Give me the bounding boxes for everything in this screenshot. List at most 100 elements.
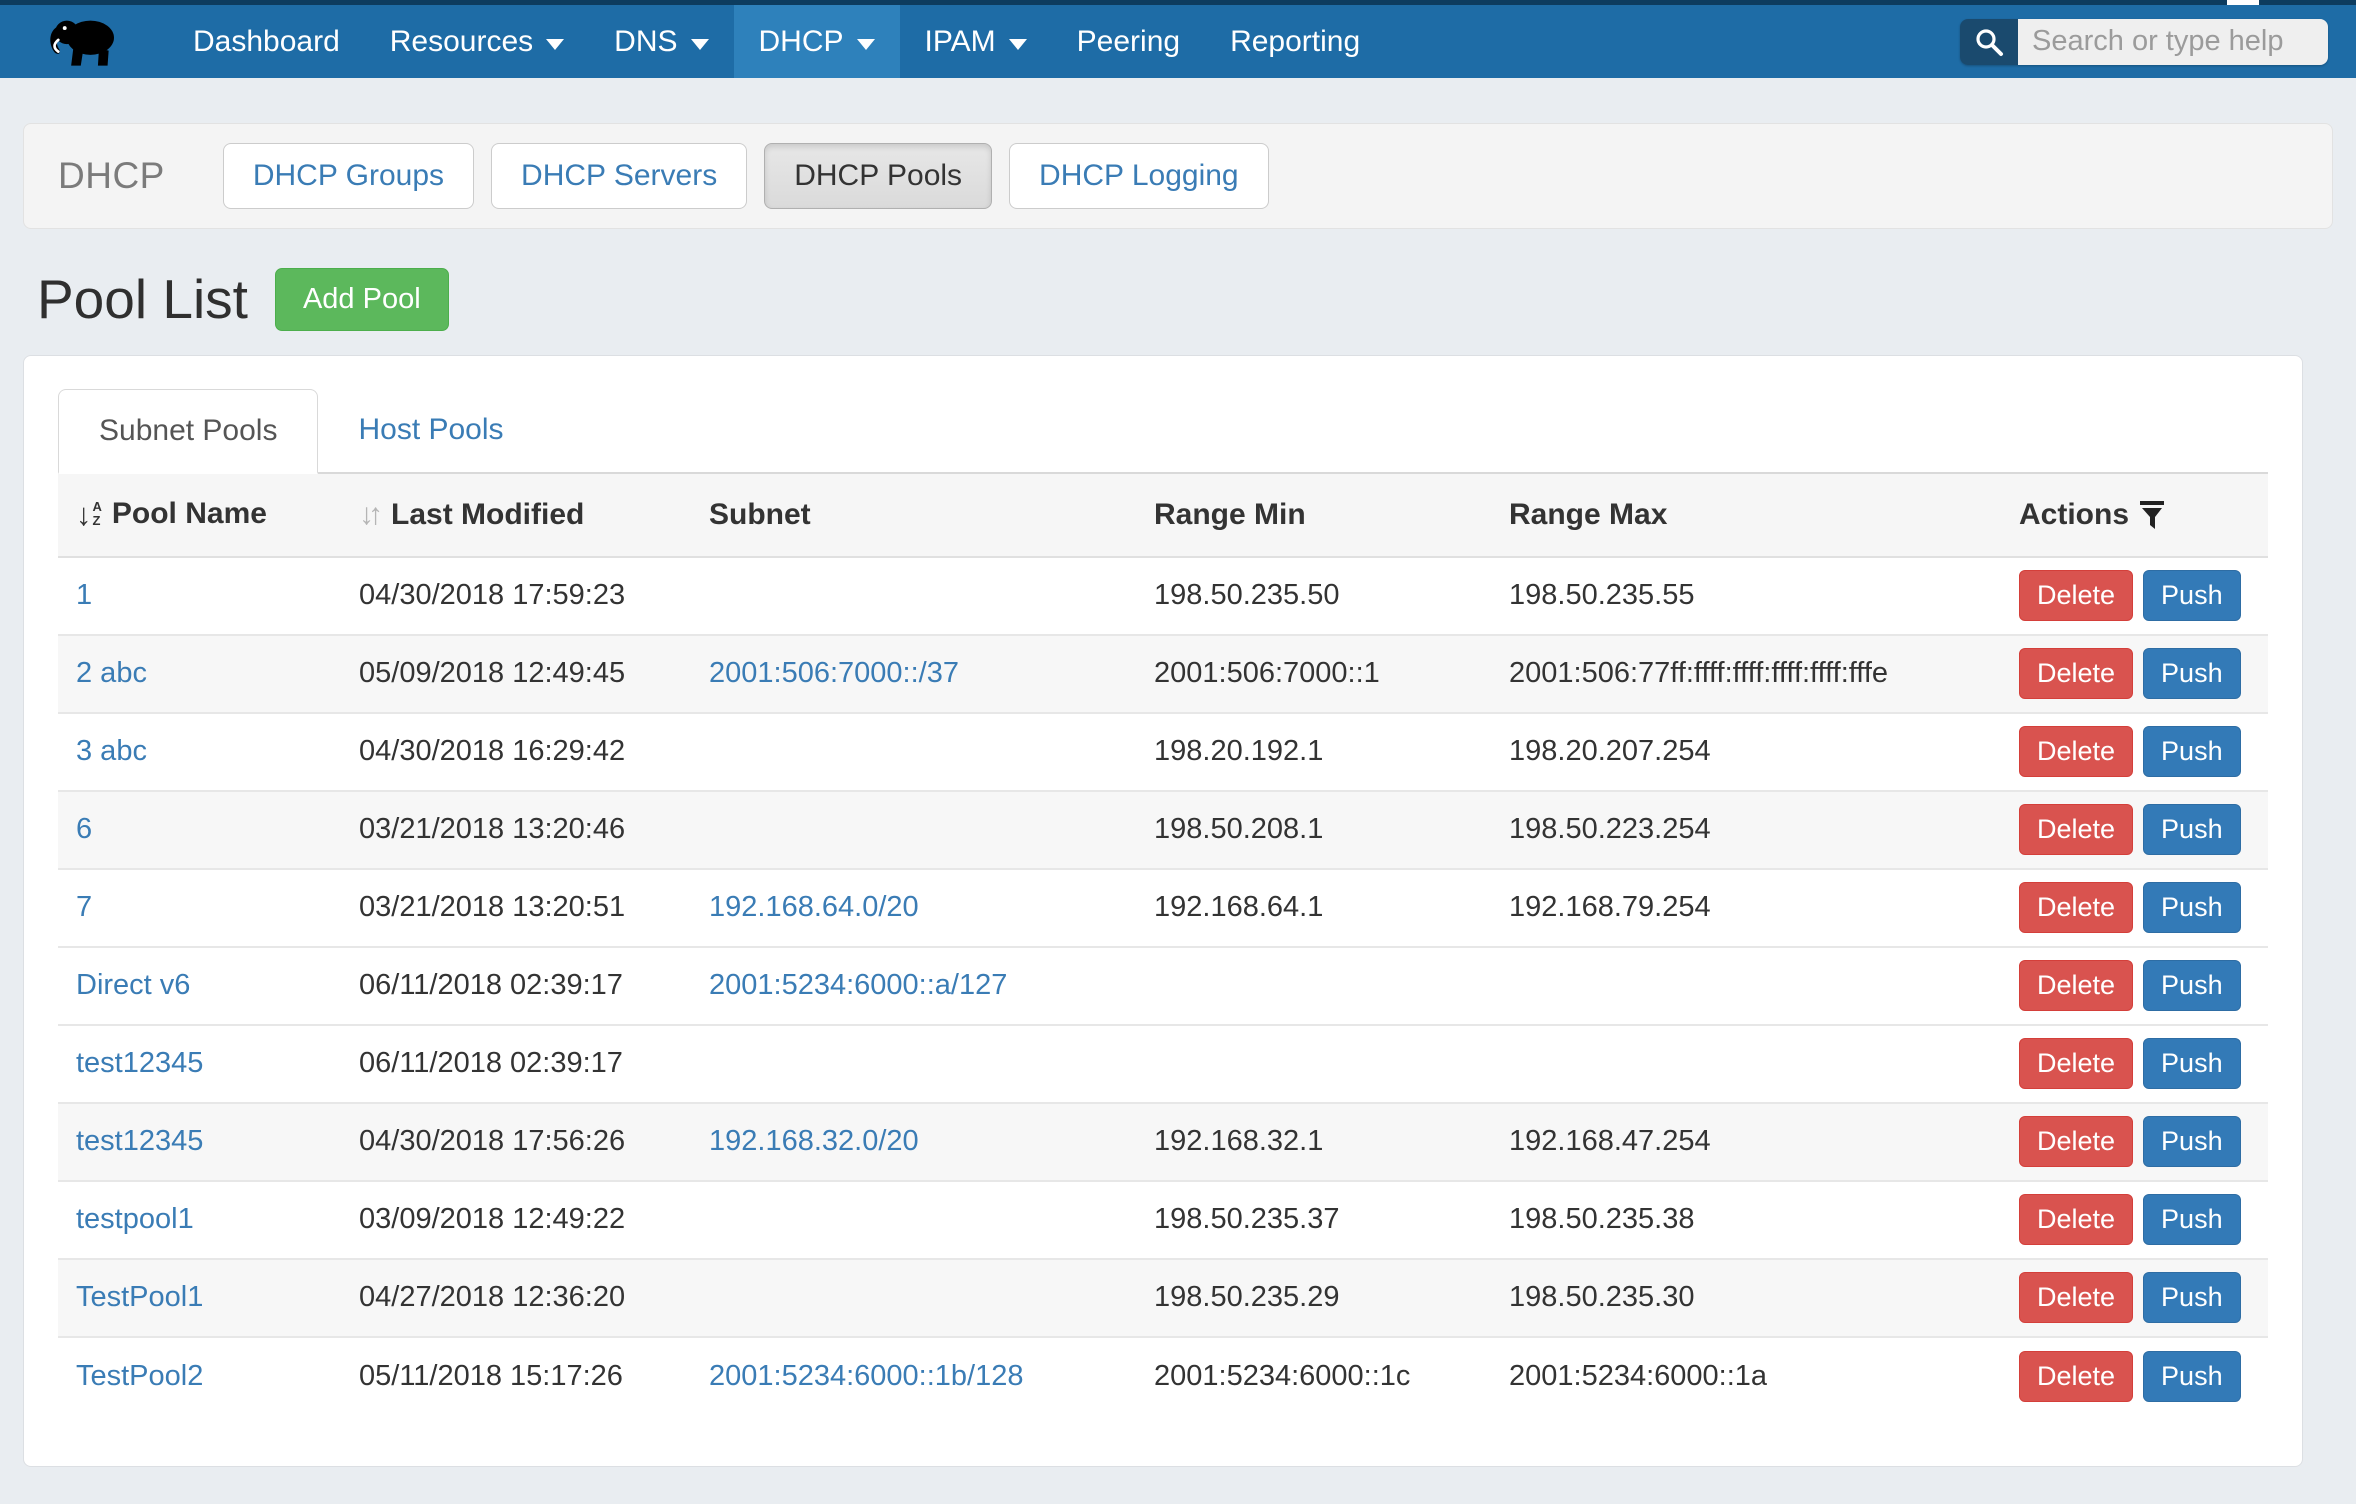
delete-button[interactable]: Delete bbox=[2019, 882, 2133, 933]
table-row: TestPool104/27/2018 12:36:20198.50.235.2… bbox=[58, 1259, 2268, 1337]
delete-button[interactable]: Delete bbox=[2019, 648, 2133, 699]
pool-name-link[interactable]: TestPool2 bbox=[76, 1360, 203, 1392]
actions-cell: DeletePush bbox=[2001, 1103, 2268, 1181]
nav-item-dns[interactable]: DNS bbox=[589, 5, 733, 78]
pool-name-link[interactable]: Direct v6 bbox=[76, 969, 190, 1001]
delete-button[interactable]: Delete bbox=[2019, 1351, 2133, 1402]
table-row: 3 abc04/30/2018 16:29:42198.20.192.1198.… bbox=[58, 713, 2268, 791]
subnav-button-dhcp-pools[interactable]: DHCP Pools bbox=[764, 143, 992, 209]
actions-cell: DeletePush bbox=[2001, 791, 2268, 869]
column-label: Last Modified bbox=[391, 498, 584, 532]
push-button[interactable]: Push bbox=[2143, 726, 2241, 777]
push-button[interactable]: Push bbox=[2143, 1116, 2241, 1167]
pool-name-cell: TestPool1 bbox=[58, 1259, 341, 1337]
push-button[interactable]: Push bbox=[2143, 570, 2241, 621]
last-modified-cell: 03/21/2018 13:20:46 bbox=[341, 791, 691, 869]
table-row: Direct v606/11/2018 02:39:172001:5234:60… bbox=[58, 947, 2268, 1025]
delete-button[interactable]: Delete bbox=[2019, 960, 2133, 1011]
column-header-content: Range Min bbox=[1154, 498, 1306, 532]
push-button[interactable]: Push bbox=[2143, 882, 2241, 933]
nav-item-dhcp[interactable]: DHCP bbox=[734, 5, 900, 78]
pool-name-link[interactable]: 2 abc bbox=[76, 657, 147, 689]
last-modified-cell: 04/30/2018 16:29:42 bbox=[341, 713, 691, 791]
range-max-cell bbox=[1491, 947, 2001, 1025]
pool-name-link[interactable]: testpool1 bbox=[76, 1203, 194, 1235]
push-button[interactable]: Push bbox=[2143, 1194, 2241, 1245]
filter-icon[interactable] bbox=[2139, 500, 2165, 530]
actions-cell: DeletePush bbox=[2001, 1337, 2268, 1415]
subnet-cell: 2001:506:7000::/37 bbox=[691, 635, 1136, 713]
pool-name-link[interactable]: 7 bbox=[76, 891, 92, 923]
column-label: Range Max bbox=[1509, 498, 1667, 532]
delete-button[interactable]: Delete bbox=[2019, 570, 2133, 621]
delete-button[interactable]: Delete bbox=[2019, 1038, 2133, 1089]
push-button[interactable]: Push bbox=[2143, 960, 2241, 1011]
nav-item-ipam[interactable]: IPAM bbox=[900, 5, 1052, 78]
tab-subnet-pools[interactable]: Subnet Pools bbox=[58, 389, 318, 474]
table-row: testpool103/09/2018 12:49:22198.50.235.3… bbox=[58, 1181, 2268, 1259]
push-button[interactable]: Push bbox=[2143, 1272, 2241, 1323]
push-button[interactable]: Push bbox=[2143, 804, 2241, 855]
nav-item-resources[interactable]: Resources bbox=[365, 5, 589, 78]
last-modified-cell: 04/30/2018 17:59:23 bbox=[341, 557, 691, 635]
range-min-cell: 192.168.64.1 bbox=[1136, 869, 1491, 947]
subnet-link[interactable]: 2001:506:7000::/37 bbox=[709, 657, 959, 689]
pool-name-link[interactable]: test12345 bbox=[76, 1125, 203, 1157]
actions-cell: DeletePush bbox=[2001, 1259, 2268, 1337]
subnav-button-dhcp-logging[interactable]: DHCP Logging bbox=[1009, 143, 1269, 209]
push-button[interactable]: Push bbox=[2143, 648, 2241, 699]
range-min-cell: 192.168.32.1 bbox=[1136, 1103, 1491, 1181]
push-button[interactable]: Push bbox=[2143, 1038, 2241, 1089]
subnav-button-dhcp-groups[interactable]: DHCP Groups bbox=[223, 143, 474, 209]
top-strip-notch bbox=[2227, 0, 2259, 5]
range-max-cell: 2001:5234:6000::1a bbox=[1491, 1337, 2001, 1415]
sort-icon[interactable]: ↓↑ bbox=[359, 498, 377, 532]
delete-button[interactable]: Delete bbox=[2019, 1272, 2133, 1323]
column-label: Subnet bbox=[709, 498, 811, 532]
caret-down-icon bbox=[546, 39, 564, 50]
subnav-button-dhcp-servers[interactable]: DHCP Servers bbox=[491, 143, 747, 209]
actions-cell: DeletePush bbox=[2001, 557, 2268, 635]
range-max-cell: 198.50.235.55 bbox=[1491, 557, 2001, 635]
table-row: 2 abc 05/09/2018 12:49:45 2001:506:7000::/… bbox=[58, 635, 2268, 713]
actions-cell: DeletePush bbox=[2001, 1181, 2268, 1259]
last-modified-cell: 05/09/2018 12:49:45 bbox=[341, 635, 691, 713]
pool-table-body: 104/30/2018 17:59:23198.50.235.50198.50.… bbox=[58, 557, 2268, 1415]
search-box bbox=[1960, 19, 2328, 65]
add-pool-button[interactable]: Add Pool bbox=[275, 268, 449, 331]
subnet-link[interactable]: 192.168.64.0/20 bbox=[709, 891, 919, 923]
delete-button[interactable]: Delete bbox=[2019, 1194, 2133, 1245]
table-row: 603/21/2018 13:20:46198.50.208.1198.50.2… bbox=[58, 791, 2268, 869]
delete-button[interactable]: Delete bbox=[2019, 726, 2133, 777]
delete-button[interactable]: Delete bbox=[2019, 804, 2133, 855]
range-max-cell: 198.50.235.30 bbox=[1491, 1259, 2001, 1337]
pool-table: ↓AZPool Name↓↑Last ModifiedSubnetRange M… bbox=[58, 474, 2268, 1415]
pool-name-link[interactable]: 3 abc bbox=[76, 735, 147, 767]
subnet-link[interactable]: 192.168.32.0/20 bbox=[709, 1125, 919, 1157]
pool-name-cell: 7 bbox=[58, 869, 341, 947]
subnet-link[interactable]: 2001:5234:6000::1b/128 bbox=[709, 1360, 1023, 1392]
brand-logo[interactable] bbox=[0, 5, 168, 78]
pool-name-link[interactable]: 6 bbox=[76, 813, 92, 845]
search-input[interactable] bbox=[2018, 19, 2328, 65]
column-header-last-modified: ↓↑ Last Modified bbox=[341, 474, 691, 557]
caret-down-icon bbox=[1009, 39, 1027, 50]
last-modified-cell: 04/27/2018 12:36:20 bbox=[341, 1259, 691, 1337]
nav-item-peering[interactable]: Peering bbox=[1052, 5, 1205, 78]
push-button[interactable]: Push bbox=[2143, 1351, 2241, 1402]
sort-alpha-asc-icon[interactable]: ↓AZ bbox=[76, 499, 102, 530]
pool-name-link[interactable]: 1 bbox=[76, 579, 92, 611]
subnav-buttons: DHCP Groups DHCP Servers DHCP Pools DHCP Lo… bbox=[223, 143, 1286, 209]
subnet-link[interactable]: 2001:5234:6000::a/127 bbox=[709, 969, 1007, 1001]
range-min-cell: 198.50.208.1 bbox=[1136, 791, 1491, 869]
nav-item-reporting[interactable]: Reporting bbox=[1205, 5, 1385, 78]
delete-button[interactable]: Delete bbox=[2019, 1116, 2133, 1167]
tab-host-pools[interactable]: Host Pools bbox=[318, 389, 543, 472]
search-button[interactable] bbox=[1960, 19, 2018, 65]
table-row: 104/30/2018 17:59:23198.50.235.50198.50.… bbox=[58, 557, 2268, 635]
nav-item-dashboard[interactable]: Dashboard bbox=[168, 5, 365, 78]
pool-name-link[interactable]: TestPool1 bbox=[76, 1281, 203, 1313]
pool-name-link[interactable]: test12345 bbox=[76, 1047, 203, 1079]
caret-down-icon bbox=[857, 39, 875, 50]
subnet-cell bbox=[691, 1025, 1136, 1103]
